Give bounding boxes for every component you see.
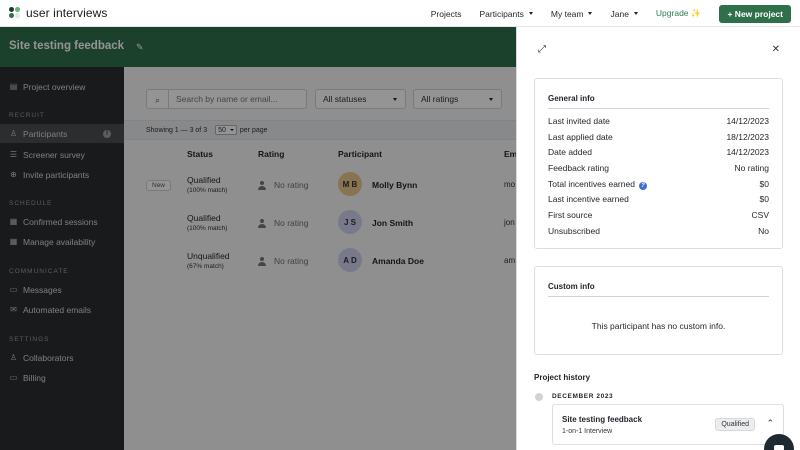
custom-info-card: Custom info This participant has no cust… — [534, 266, 783, 355]
general-info-card: General info Last invited date 14/12/2023… — [534, 78, 783, 249]
card-title: General info — [548, 94, 595, 103]
card-title: Custom info — [548, 282, 595, 291]
expand-icon[interactable]: ⤢ — [538, 44, 546, 55]
close-icon[interactable]: ✕ — [772, 44, 780, 55]
project-history-title: Project history — [534, 373, 591, 382]
logo-icon — [9, 7, 21, 19]
history-entry-type: 1-on-1 Interview — [562, 428, 613, 435]
history-entry[interactable]: Site testing feedback 1-on-1 Interview Q… — [552, 404, 784, 445]
divider — [548, 108, 769, 109]
nav-my-team[interactable]: My team — [551, 9, 593, 19]
modal-overlay[interactable] — [0, 27, 516, 450]
info-row-last-applied: Last applied date 18/12/2023 — [548, 132, 769, 142]
chevron-up-icon[interactable]: ⌃ — [766, 418, 774, 429]
status-badge: Qualified — [715, 418, 755, 431]
info-row-date-added: Date added 14/12/2023 — [548, 147, 769, 157]
info-row-last-incentive: Last incentive earned $0 — [548, 194, 769, 204]
history-month: DECEMBER 2023 — [552, 393, 614, 400]
nav-user-menu[interactable]: Jane — [610, 9, 638, 19]
logo[interactable]: user interviews — [9, 6, 108, 20]
chevron-down-icon — [528, 12, 533, 15]
help-icon[interactable]: ? — [638, 182, 647, 190]
info-row-feedback-rating: Feedback rating No rating — [548, 163, 769, 173]
nav-projects[interactable]: Projects — [431, 9, 462, 19]
chevron-down-icon — [588, 12, 593, 15]
participant-detail-panel: ⤢ ✕ General info Last invited date 14/12/… — [516, 27, 800, 450]
empty-message: This participant has no custom info. — [591, 321, 726, 331]
info-row-last-invited: Last invited date 14/12/2023 — [548, 116, 769, 126]
info-row-unsubscribed: Unsubscribed No — [548, 226, 769, 236]
divider — [548, 296, 769, 297]
chevron-down-icon — [633, 12, 638, 15]
info-row-first-source: First source CSV — [548, 210, 769, 220]
upgrade-link[interactable]: Upgrade ✨ — [656, 8, 702, 19]
new-project-button[interactable]: + New project — [719, 4, 791, 23]
timeline-dot — [535, 393, 543, 401]
info-row-total-incentives: Total incentives earned? $0 — [548, 179, 769, 190]
brand-name: user interviews — [26, 6, 108, 20]
top-nav: user interviews Projects Participants My… — [0, 0, 800, 27]
nav-participants[interactable]: Participants — [479, 9, 533, 19]
history-entry-title: Site testing feedback — [562, 415, 643, 424]
